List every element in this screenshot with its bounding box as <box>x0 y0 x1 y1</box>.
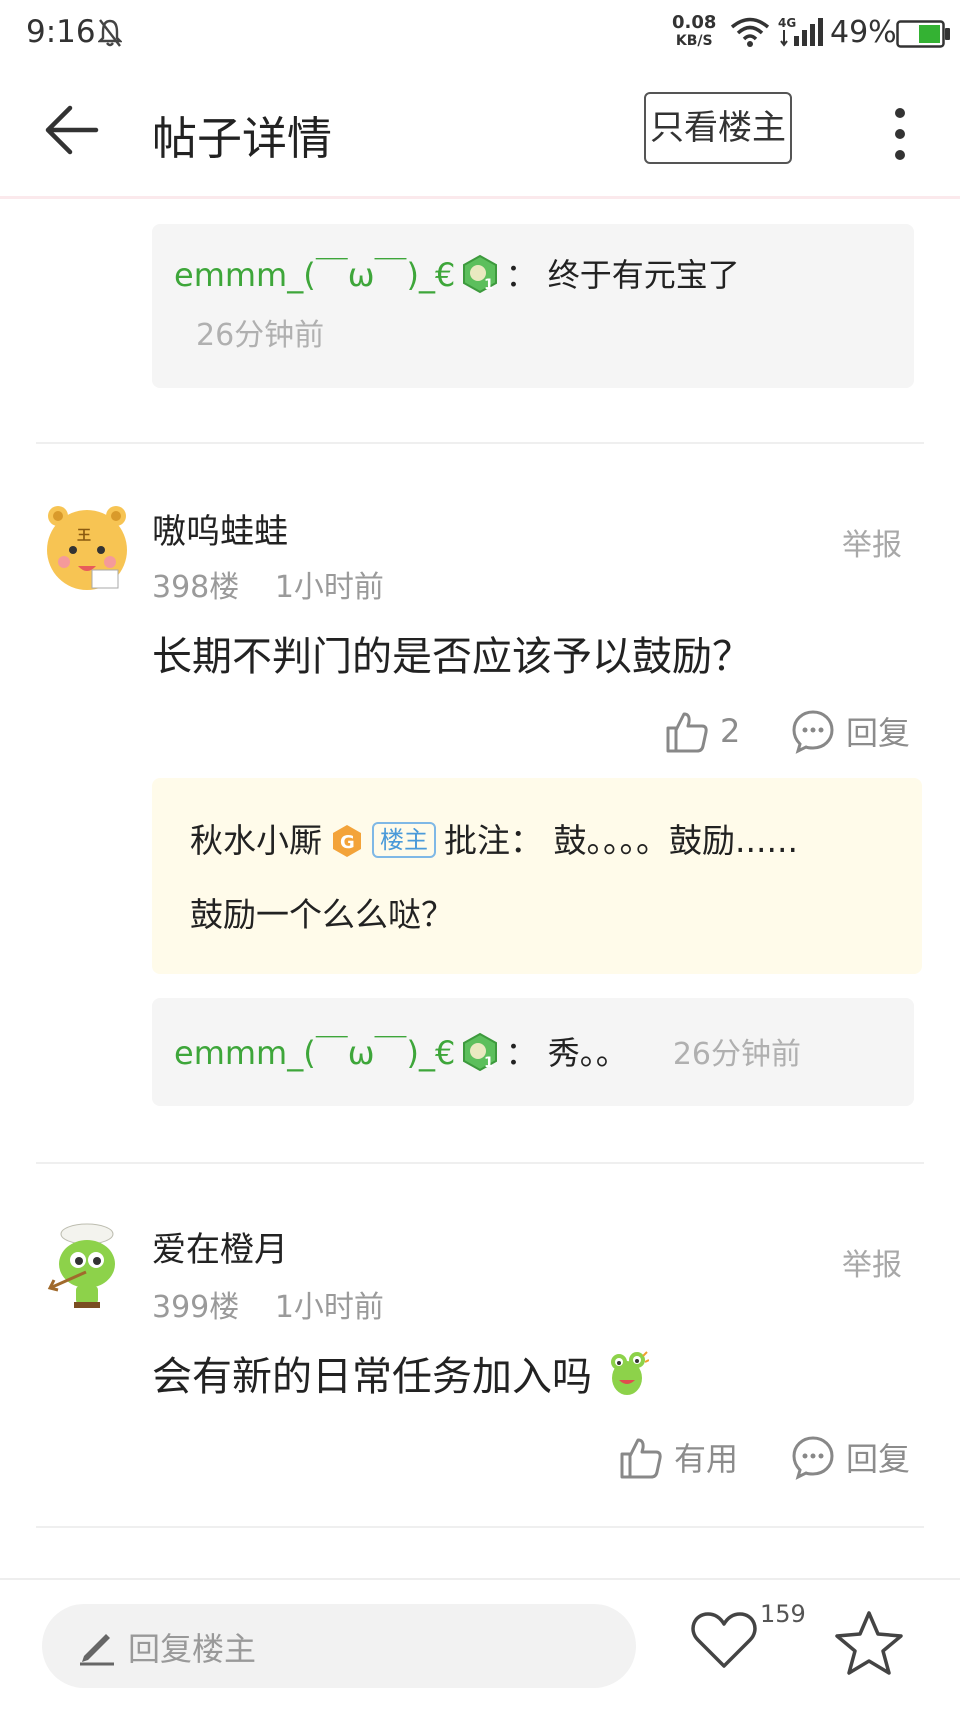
back-arrow-icon[interactable] <box>40 102 100 162</box>
post-divider <box>36 1162 924 1164</box>
floor-number: 398楼 <box>152 570 240 605</box>
status-bar: 9:16 0.08 KB/S 4G 49% <box>0 0 960 70</box>
post-meta: 399楼 1小时前 <box>152 1282 384 1326</box>
frog-emoji-icon <box>605 1350 650 1408</box>
annotation-username[interactable]: 秋水小厮 <box>190 821 322 860</box>
like-count: 2 <box>720 712 741 750</box>
report-link[interactable]: 举报 <box>842 520 902 564</box>
post-content: 会有新的日常任务加入吗 <box>152 1344 650 1408</box>
annotation-text-line2: 鼓励一个么么哒？ <box>190 895 454 934</box>
post-divider <box>36 1526 924 1528</box>
g-badge-letter: G <box>340 832 355 853</box>
post-content: 长期不判门的是否应该予以鼓励？ <box>152 634 752 680</box>
network-type: 4G <box>778 16 796 30</box>
thumbs-up-icon <box>620 1438 662 1479</box>
subreply-username[interactable]: emmm_(￣ω￣)_€ <box>174 1034 455 1072</box>
reply-op-input[interactable]: 回复楼主 <box>42 1604 636 1688</box>
annotation-box: 秋水小厮 G 楼主 批注： 鼓。。。。鼓励...... 鼓励一个么么哒？ <box>152 778 922 974</box>
reply-label: 回复 <box>846 714 911 752</box>
signal-4g-icon: 4G <box>778 16 826 52</box>
app-header: 帖子详情 只看楼主 <box>0 70 960 194</box>
net-speed-value: 0.08 <box>672 12 717 33</box>
post-meta: 398楼 1小时前 <box>152 562 384 606</box>
net-speed-unit: KB/S <box>675 33 713 49</box>
post-divider <box>36 442 924 444</box>
pencil-icon <box>76 1626 116 1670</box>
post-time: 1小时前 <box>274 1290 384 1325</box>
star-icon[interactable] <box>834 1610 904 1680</box>
annotation-text: 批注： 鼓。。。。鼓励...... <box>444 821 798 860</box>
svg-text:1: 1 <box>484 277 494 293</box>
svg-text:王: 王 <box>77 528 91 544</box>
net-speed: 0.08 KB/S <box>672 14 716 50</box>
floor-number: 399楼 <box>152 1290 240 1325</box>
reply-placeholder: 回复楼主 <box>128 1630 257 1668</box>
post-username[interactable]: 爱在橙月 <box>152 1222 288 1271</box>
g-badge-icon: G <box>330 824 364 866</box>
svg-text:1: 1 <box>484 1055 494 1071</box>
level-badge-icon: 1 <box>460 1032 500 1076</box>
avatar[interactable]: 王 <box>40 500 134 594</box>
avatar[interactable] <box>40 1218 134 1312</box>
bell-muted-icon <box>97 18 123 52</box>
page-title: 帖子详情 <box>152 112 333 165</box>
more-vertical-icon[interactable] <box>890 106 910 166</box>
like-count: 159 <box>760 1600 806 1628</box>
level-badge-icon: 1 <box>460 254 500 298</box>
useful-label: 有用 <box>674 1440 739 1478</box>
subreply-time: 26分钟前 <box>196 318 325 353</box>
post-content-text: 会有新的日常任务加入吗 <box>152 1354 592 1400</box>
battery-percent: 49% <box>830 15 897 50</box>
subreply-username[interactable]: emmm_(￣ω￣)_€ <box>174 256 455 294</box>
post-username[interactable]: 嗷呜蛙蛙 <box>152 504 288 553</box>
heart-icon[interactable] <box>690 1610 758 1674</box>
comment-icon <box>792 1436 834 1480</box>
op-only-button[interactable]: 只看楼主 <box>644 92 792 164</box>
like-button[interactable]: 2 <box>664 708 740 754</box>
useful-button[interactable]: 有用 <box>618 1434 738 1480</box>
bottom-bar: 回复楼主 159 <box>0 1578 960 1709</box>
subreply-time: 26分钟前 <box>672 1037 801 1072</box>
subreply-box[interactable]: emmm_(￣ω￣)_€ 1 ： 秀。。 26分钟前 <box>152 998 914 1106</box>
subreply-text: ： 终于有元宝了 <box>505 256 740 294</box>
subreply-box-top[interactable]: emmm_(￣ω￣)_€ 1 ： 终于有元宝了 26分钟前 <box>152 224 914 388</box>
post-time: 1小时前 <box>274 570 384 605</box>
report-link[interactable]: 举报 <box>842 1240 902 1284</box>
op-tag: 楼主 <box>372 822 436 858</box>
subreply-text: ： 秀。。 <box>505 1034 628 1072</box>
comment-icon <box>792 710 834 754</box>
reply-button[interactable]: 回复 <box>790 1434 910 1480</box>
reply-label: 回复 <box>846 1440 911 1478</box>
header-divider <box>0 196 960 199</box>
status-time: 9:16 <box>26 14 96 50</box>
battery-icon <box>896 20 952 52</box>
thumbs-up-icon <box>666 712 708 753</box>
wifi-icon <box>730 16 770 52</box>
reply-button[interactable]: 回复 <box>790 708 910 754</box>
